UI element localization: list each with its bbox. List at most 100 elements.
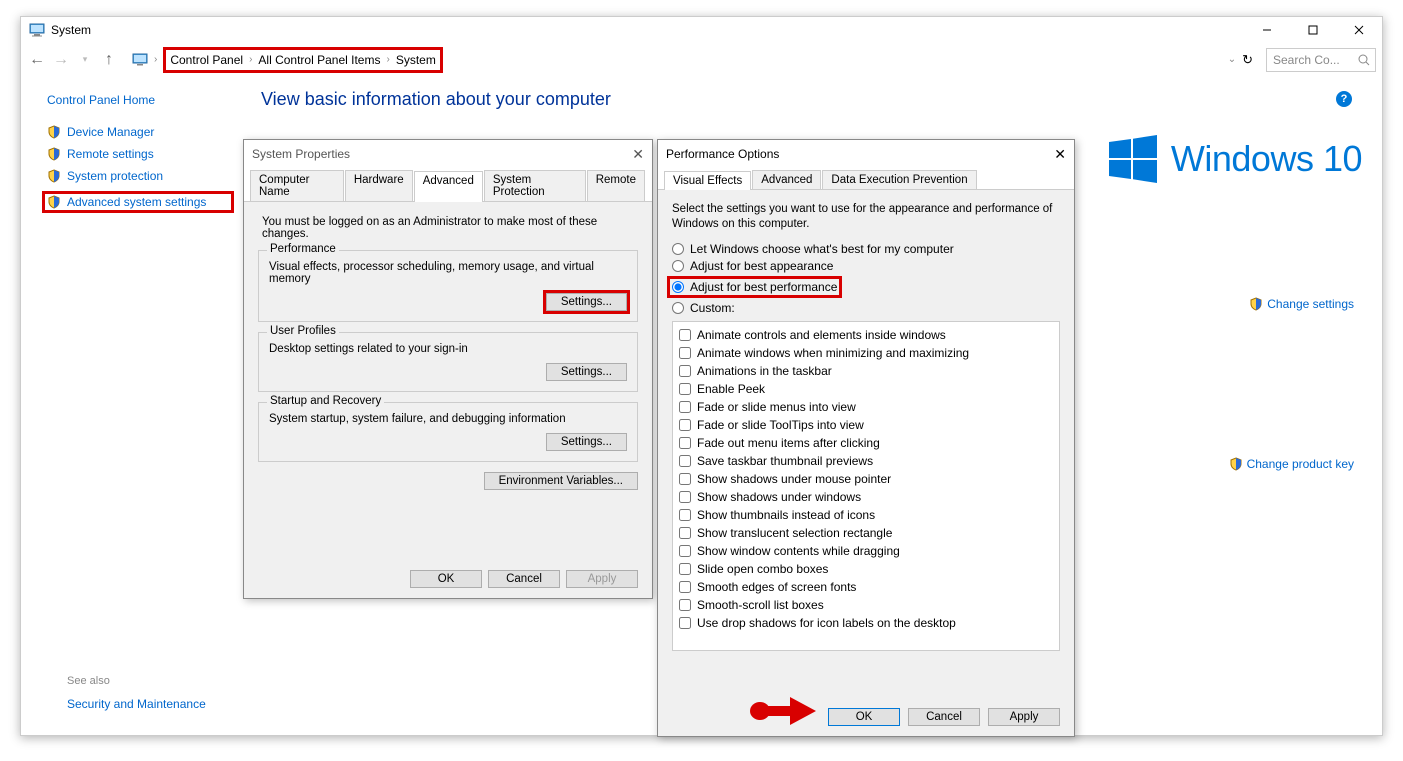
cancel-button[interactable]: Cancel — [908, 708, 980, 726]
recent-dropdown[interactable]: ▾ — [75, 50, 95, 70]
dialog-body: Select the settings you want to use for … — [658, 189, 1074, 707]
checkbox[interactable] — [679, 545, 691, 557]
search-input[interactable]: Search Co... — [1266, 48, 1376, 72]
check-item[interactable]: Show translucent selection rectangle — [679, 524, 1053, 542]
navbar: ← → ▾ ↑ › Control Panel › All Control Pa… — [21, 43, 1382, 75]
breadcrumb-item[interactable]: Control Panel — [170, 53, 243, 67]
check-item[interactable]: Show thumbnails instead of icons — [679, 506, 1053, 524]
radio-custom[interactable]: Custom: — [672, 301, 1060, 315]
check-item[interactable]: Show window contents while dragging — [679, 542, 1053, 560]
check-item[interactable]: Save taskbar thumbnail previews — [679, 452, 1053, 470]
radio-input[interactable] — [672, 243, 684, 255]
check-item[interactable]: Show shadows under windows — [679, 488, 1053, 506]
radio-let-windows-choose[interactable]: Let Windows choose what's best for my co… — [672, 242, 1060, 256]
checkbox[interactable] — [679, 347, 691, 359]
tab-dep[interactable]: Data Execution Prevention — [822, 170, 976, 189]
checkbox[interactable] — [679, 491, 691, 503]
environment-variables-button[interactable]: Environment Variables... — [484, 472, 638, 490]
visual-effects-list[interactable]: Animate controls and elements inside win… — [672, 321, 1060, 651]
checkbox[interactable] — [679, 419, 691, 431]
close-icon[interactable]: ✕ — [632, 146, 644, 163]
sidebar-item-label: Advanced system settings — [67, 195, 206, 209]
change-product-key-link[interactable]: Change product key — [1229, 457, 1354, 471]
checkbox[interactable] — [679, 455, 691, 467]
tab-advanced[interactable]: Advanced — [414, 171, 483, 202]
checkbox[interactable] — [679, 509, 691, 521]
close-icon[interactable]: ✕ — [1054, 146, 1066, 163]
tab-remote[interactable]: Remote — [587, 170, 645, 201]
check-label: Animations in the taskbar — [697, 362, 832, 380]
chevron-right-icon[interactable]: › — [154, 54, 157, 65]
sidebar-item-device-manager[interactable]: Device Manager — [47, 125, 231, 139]
tab-system-protection[interactable]: System Protection — [484, 170, 586, 201]
checkbox[interactable] — [679, 617, 691, 629]
user-profiles-settings-button[interactable]: Settings... — [546, 363, 627, 381]
security-maintenance-link[interactable]: Security and Maintenance — [67, 697, 206, 711]
radio-best-performance[interactable]: Adjust for best performance — [667, 276, 842, 298]
minimize-button[interactable] — [1244, 17, 1290, 43]
checkbox[interactable] — [679, 383, 691, 395]
window-controls — [1244, 17, 1382, 43]
check-item[interactable]: Animations in the taskbar — [679, 362, 1053, 380]
check-item[interactable]: Show shadows under mouse pointer — [679, 470, 1053, 488]
search-icon — [1357, 53, 1371, 70]
check-label: Smooth edges of screen fonts — [697, 578, 856, 596]
control-panel-home-link[interactable]: Control Panel Home — [47, 93, 231, 107]
performance-settings-button[interactable]: Settings... — [546, 293, 627, 311]
sidebar-item-advanced-system-settings[interactable]: Advanced system settings — [42, 191, 234, 213]
chevron-down-icon[interactable]: ⌄ — [1228, 54, 1236, 65]
radio-input[interactable] — [672, 281, 684, 293]
dialog-titlebar: System Properties ✕ — [244, 140, 652, 168]
check-item[interactable]: Animate windows when minimizing and maxi… — [679, 344, 1053, 362]
apply-button[interactable]: Apply — [988, 708, 1060, 726]
back-button[interactable]: ← — [27, 50, 47, 70]
breadcrumb-item[interactable]: System — [396, 53, 436, 67]
help-icon[interactable]: ? — [1336, 91, 1352, 107]
tab-visual-effects[interactable]: Visual Effects — [664, 171, 751, 190]
checkbox[interactable] — [679, 527, 691, 539]
chevron-right-icon[interactable]: › — [249, 54, 252, 65]
refresh-button[interactable]: ↻ — [1242, 52, 1253, 68]
check-item[interactable]: Fade out menu items after clicking — [679, 434, 1053, 452]
checkbox[interactable] — [679, 437, 691, 449]
shield-icon — [47, 147, 61, 161]
sidebar-item-system-protection[interactable]: System protection — [47, 169, 231, 183]
radio-input[interactable] — [672, 260, 684, 272]
checkbox[interactable] — [679, 563, 691, 575]
startup-recovery-settings-button[interactable]: Settings... — [546, 433, 627, 451]
checkbox[interactable] — [679, 599, 691, 611]
check-item[interactable]: Animate controls and elements inside win… — [679, 326, 1053, 344]
maximize-button[interactable] — [1290, 17, 1336, 43]
check-item[interactable]: Fade or slide ToolTips into view — [679, 416, 1053, 434]
tab-advanced[interactable]: Advanced — [752, 170, 821, 189]
up-button[interactable]: ↑ — [99, 50, 119, 70]
check-item[interactable]: Fade or slide menus into view — [679, 398, 1053, 416]
check-item[interactable]: Smooth-scroll list boxes — [679, 596, 1053, 614]
ok-button[interactable]: OK — [828, 708, 900, 726]
radio-best-appearance[interactable]: Adjust for best appearance — [672, 259, 1060, 273]
close-button[interactable] — [1336, 17, 1382, 43]
checkbox[interactable] — [679, 581, 691, 593]
check-item[interactable]: Use drop shadows for icon labels on the … — [679, 614, 1053, 632]
breadcrumb-bar[interactable]: › Control Panel › All Control Panel Item… — [127, 48, 1258, 72]
change-settings-link[interactable]: Change settings — [1249, 297, 1354, 311]
checkbox[interactable] — [679, 329, 691, 341]
apply-button[interactable]: Apply — [566, 570, 638, 588]
check-item[interactable]: Smooth edges of screen fonts — [679, 578, 1053, 596]
tab-computer-name[interactable]: Computer Name — [250, 170, 344, 201]
checkbox[interactable] — [679, 365, 691, 377]
check-item[interactable]: Enable Peek — [679, 380, 1053, 398]
cancel-button[interactable]: Cancel — [488, 570, 560, 588]
checkbox[interactable] — [679, 473, 691, 485]
checkbox[interactable] — [679, 401, 691, 413]
radio-input[interactable] — [672, 302, 684, 314]
forward-button[interactable]: → — [51, 50, 71, 70]
breadcrumb-item[interactable]: All Control Panel Items — [258, 53, 380, 67]
ok-button[interactable]: OK — [410, 570, 482, 588]
tab-hardware[interactable]: Hardware — [345, 170, 413, 201]
group-desc: Visual effects, processor scheduling, me… — [269, 261, 627, 285]
check-item[interactable]: Slide open combo boxes — [679, 560, 1053, 578]
sidebar-item-remote-settings[interactable]: Remote settings — [47, 147, 231, 161]
check-label: Fade or slide ToolTips into view — [697, 416, 864, 434]
chevron-right-icon[interactable]: › — [386, 54, 389, 65]
